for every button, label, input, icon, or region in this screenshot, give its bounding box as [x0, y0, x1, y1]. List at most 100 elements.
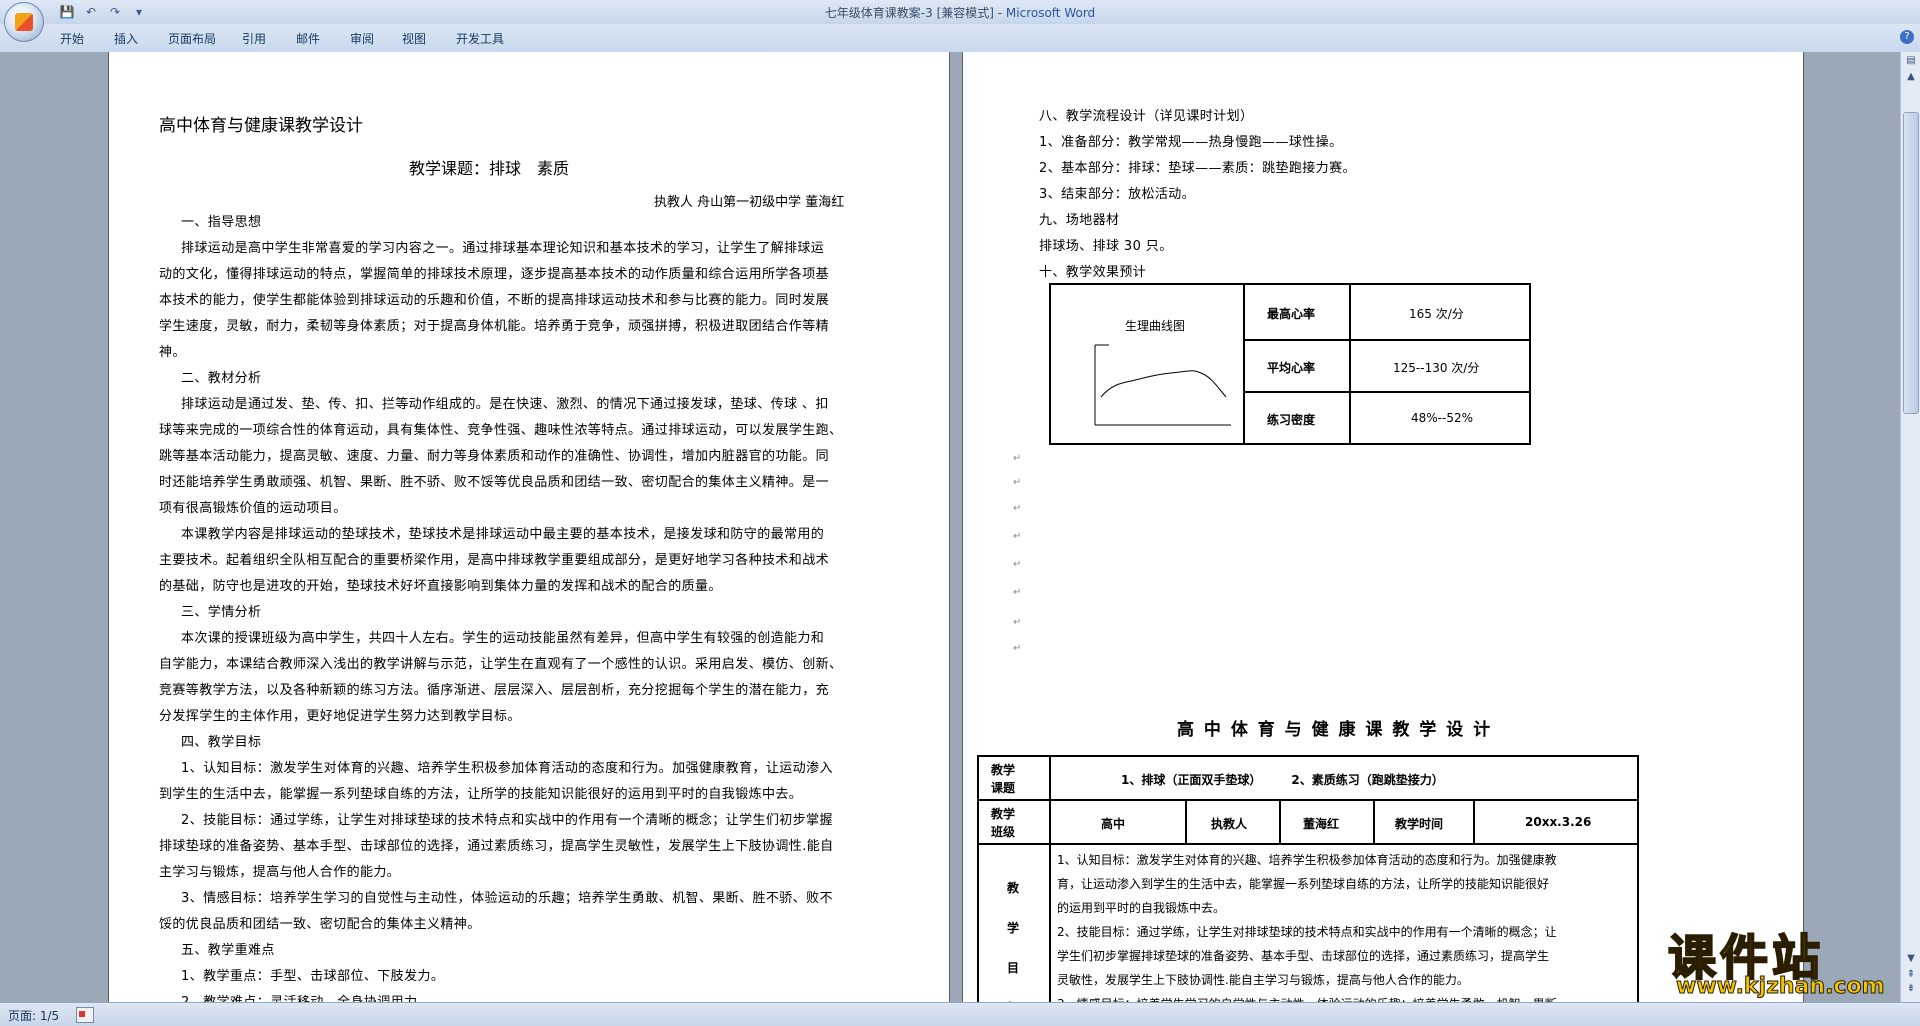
- paragraph-line: 分发挥学生的主体作用，更好地促进学生努力达到教学目标。: [159, 709, 521, 724]
- tab-mailings[interactable]: 邮件: [296, 30, 320, 47]
- paragraph-line: 1、教学重点：手型、击球部位、下肢发力。: [181, 969, 445, 984]
- effect-table: 生理曲线图 最高心率 165 次/分 平均心率 125--130 次/分 练习密…: [1049, 283, 1531, 445]
- paragraph-line: 1、准备部分：教学常规——热身慢跑——球性操。: [1039, 135, 1343, 150]
- goal-line: 灵敏性，发展学生上下肢协调性.能自主学习与锻炼，提高与他人合作的能力。: [1057, 973, 1469, 987]
- paragraph-line: 神。: [159, 345, 186, 360]
- paragraph-mark: ↵: [1013, 559, 1022, 570]
- tab-insert[interactable]: 插入: [114, 30, 138, 47]
- paragraph-line: 项有很高锻炼价值的运动项目。: [159, 501, 347, 516]
- class-value-cell: 高中: [1050, 800, 1186, 844]
- macro-record-icon[interactable]: [76, 1007, 94, 1023]
- effect-label-cell-3: 练习密度: [1244, 392, 1350, 444]
- tab-view[interactable]: 视图: [402, 30, 426, 47]
- section-heading: 五、教学重难点: [181, 943, 275, 958]
- goal-line: 1、认知目标：激发学生对体育的兴趣、培养学生积极参加体育活动的态度和行为。加强健…: [1057, 853, 1557, 867]
- ruler-toggle-icon[interactable]: ▤: [1903, 54, 1919, 68]
- section-heading: 十、教学效果预计: [1039, 265, 1147, 280]
- goal-line: 2、技能目标：通过学练，让学生对排球垫球的技术特点和实战中的作用有一个清晰的概念…: [1057, 925, 1557, 939]
- office-button[interactable]: [4, 2, 44, 42]
- tab-review[interactable]: 审阅: [350, 30, 374, 47]
- paragraph-line: 跳等基本活动能力，提高灵敏、速度、力量、耐力等身体素质和动作的准确性、协调性，增…: [159, 449, 830, 464]
- curve-cell: 生理曲线图: [1050, 284, 1244, 444]
- goal-label-char-2: 学: [1007, 921, 1020, 935]
- help-icon[interactable]: ?: [1900, 30, 1914, 44]
- document-page-1[interactable]: 高中体育与健康课教学设计 教学课题：排球 素质 执教人 舟山第一初级中学 董海红…: [108, 52, 950, 1002]
- paragraph-line: 3、结束部分：放松活动。: [1039, 187, 1196, 202]
- window-title: 七年级体育课教案-3 [兼容模式] - Microsoft Word: [0, 4, 1920, 21]
- paragraph-line: 自学能力，本课结合教师深入浅出的教学讲解与示范，让学生在直观有了一个感性的认识。…: [159, 657, 843, 672]
- section-heading: 二、教材分析: [181, 371, 262, 386]
- office-logo-icon: [15, 13, 33, 31]
- paragraph-line: 到学生的生活中去，能掌握一系列垫球自练的方法，让所学的技能知识能很好的运用到平时…: [159, 787, 803, 802]
- avg-heart-rate-label: 平均心率: [1267, 361, 1316, 375]
- title-bar: 💾 ↶ ↷ ▾ 七年级体育课教案-3 [兼容模式] - Microsoft Wo…: [0, 0, 1920, 24]
- tab-developer[interactable]: 开发工具: [456, 30, 504, 47]
- scroll-up-icon[interactable]: ▲: [1903, 70, 1919, 84]
- paragraph-line: 时还能培养学生勇敢顽强、机智、果断、胜不骄、败不馁等优良品质和团结一致、密切配合…: [159, 475, 830, 490]
- paragraph-line: 本技术的能力，使学生都能体验到排球运动的乐趣和价值，不断的提高排球运动技术和参与…: [159, 293, 830, 308]
- tab-references[interactable]: 引用: [242, 30, 266, 47]
- tab-home[interactable]: 开始: [60, 30, 84, 47]
- time-label-cell: 教学时间: [1374, 800, 1474, 844]
- paragraph-line: 排球运动是高中学生非常喜爱的学习内容之一。通过排球基本理论知识和基本技术的学习，…: [181, 241, 825, 256]
- paragraph-line: 排球运动是通过发、垫、传、扣、拦等动作组成的。是在快速、激烈、的情况下通过接发球…: [181, 397, 829, 412]
- effect-label-cell-2: 平均心率: [1244, 340, 1350, 392]
- teacher-value-cell: 董海红: [1280, 800, 1374, 844]
- time-value-cell: 20xx.3.26: [1474, 800, 1638, 844]
- practice-density-label: 练习密度: [1267, 413, 1316, 427]
- paragraph-line: 3、情感目标：培养学生学习的自觉性与主动性，体验运动的乐趣；培养学生勇敢、机智、…: [181, 891, 833, 906]
- topic-value-cell: 1、排球（正面双手垫球） 2、素质练习（跑跳垫接力）: [1050, 756, 1638, 800]
- teacher-line: 执教人 舟山第一初级中学 董海红: [654, 195, 845, 210]
- paragraph-line: 2、基本部分：排球：垫球——素质：跳垫跑接力赛。: [1039, 161, 1356, 176]
- teacher-label: 执教人: [1211, 817, 1248, 831]
- paragraph-line: 竞赛等教学方法，以及各种新颖的练习方法。循序渐进、层层深入、层层剖析，充分挖掘每…: [159, 683, 830, 698]
- app-name: Microsoft Word: [1005, 6, 1096, 20]
- document-area[interactable]: 高中体育与健康课教学设计 教学课题：排球 素质 执教人 舟山第一初级中学 董海红…: [0, 52, 1900, 1002]
- page-heading: 高中体育与健康课教学设计: [159, 116, 363, 136]
- paragraph-line: 学生速度，灵敏，耐力，柔韧等身体素质；对于提高身体机能。培养勇于竞争，顽强拼搏，…: [159, 319, 830, 334]
- paragraph-line: 本课教学内容是排球运动的垫球技术，垫球技术是排球运动中最主要的基本技术，是接发球…: [181, 527, 825, 542]
- goal-label-cell: 教 学 目 标: [978, 844, 1050, 1002]
- paragraph-line: 的基础，防守也是进攻的开始，垫球技术好坏直接影响到集体力量的发挥和战术的配合的质…: [159, 579, 722, 594]
- topic-label-cell: 教学课题: [978, 756, 1050, 800]
- document-page-2[interactable]: 八、教学流程设计（详见课时计划） 1、准备部分：教学常规——热身慢跑——球性操。 2…: [962, 52, 1804, 1002]
- teacher-label-cell: 执教人: [1186, 800, 1280, 844]
- goal-line: 学生们初步掌握排球垫球的准备姿势、基本手型、击球部位的选择，通过素质练习，提高学…: [1057, 949, 1550, 963]
- effect-value-cell-3: 48%--52%: [1350, 392, 1530, 444]
- class-value: 高中: [1101, 817, 1126, 831]
- avg-heart-rate-value: 125--130 次/分: [1393, 361, 1480, 375]
- topic-value: 1、排球（正面双手垫球） 2、素质练习（跑跳垫接力）: [1121, 773, 1444, 787]
- scrollbar-thumb[interactable]: [1903, 112, 1919, 414]
- goal-line: 育，让运动渗入到学生的生活中去，能掌握一系列垫球自练的方法，让所学的技能知识能很…: [1057, 877, 1550, 891]
- paragraph-mark: ↵: [1013, 643, 1022, 654]
- paragraph-line: 主要技术。起着组织全队相互配合的重要桥梁作用，是高中排球教学重要组成部分，是更好…: [159, 553, 830, 568]
- paragraph-line: 排球垫球的准备姿势、基本手型、击球部位的选择，通过素质练习，提高学生灵敏性，发展…: [159, 839, 834, 854]
- goal-value-cell: 1、认知目标：激发学生对体育的兴趣、培养学生积极参加体育活动的态度和行为。加强健…: [1050, 844, 1638, 1002]
- paragraph-mark: ↵: [1013, 477, 1022, 488]
- time-label: 教学时间: [1395, 817, 1444, 831]
- class-label: 教学班级: [991, 807, 1016, 839]
- section-heading: 三、学情分析: [181, 605, 262, 620]
- tab-page-layout[interactable]: 页面布局: [168, 30, 216, 47]
- goal-label-char-1: 教: [1007, 881, 1020, 895]
- paragraph-line: 本次课的授课班级为高中学生，共四十人左右。学生的运动技能虽然有差异，但高中学生有…: [181, 631, 825, 646]
- paragraph-line: 排球场、排球 30 只。: [1039, 239, 1173, 254]
- site-watermark: 课件站 www.kjzhan.com: [1667, 918, 1920, 1002]
- ribbon-tab-bar: 开始 插入 页面布局 引用 邮件 审阅 视图 开发工具: [0, 24, 1920, 53]
- effect-value-cell-2: 125--130 次/分: [1350, 340, 1530, 392]
- effect-label-cell-1: 最高心率: [1244, 284, 1350, 340]
- section-heading: 四、教学目标: [181, 735, 262, 750]
- paragraph-mark: ↵: [1013, 617, 1022, 628]
- paragraph-line: 2、教学难点：灵活移动、全身协调用力。: [181, 991, 431, 1002]
- vertical-scrollbar[interactable]: ▤ ▲ ▼ ⇞ ⇟: [1900, 52, 1920, 1002]
- max-heart-rate-label: 最高心率: [1267, 307, 1316, 321]
- class-label-cell: 教学班级: [978, 800, 1050, 844]
- page-count-status[interactable]: 页面: 1/5: [8, 1007, 59, 1024]
- time-value: 20xx.3.26: [1525, 815, 1592, 829]
- section-heading: 八、教学流程设计（详见课时计划）: [1039, 109, 1254, 124]
- paragraph-line: 动的文化，懂得排球运动的特点，掌握简单的排球技术原理，逐步提高基本技术的动作质量…: [159, 267, 830, 282]
- paragraph-mark: ↵: [1013, 587, 1022, 598]
- document-name: 七年级体育课教案-3 [兼容模式] -: [824, 6, 1006, 20]
- section-heading: 一、指导思想: [181, 215, 262, 230]
- goal-line: 的运用到平时的自我锻炼中去。: [1057, 901, 1226, 915]
